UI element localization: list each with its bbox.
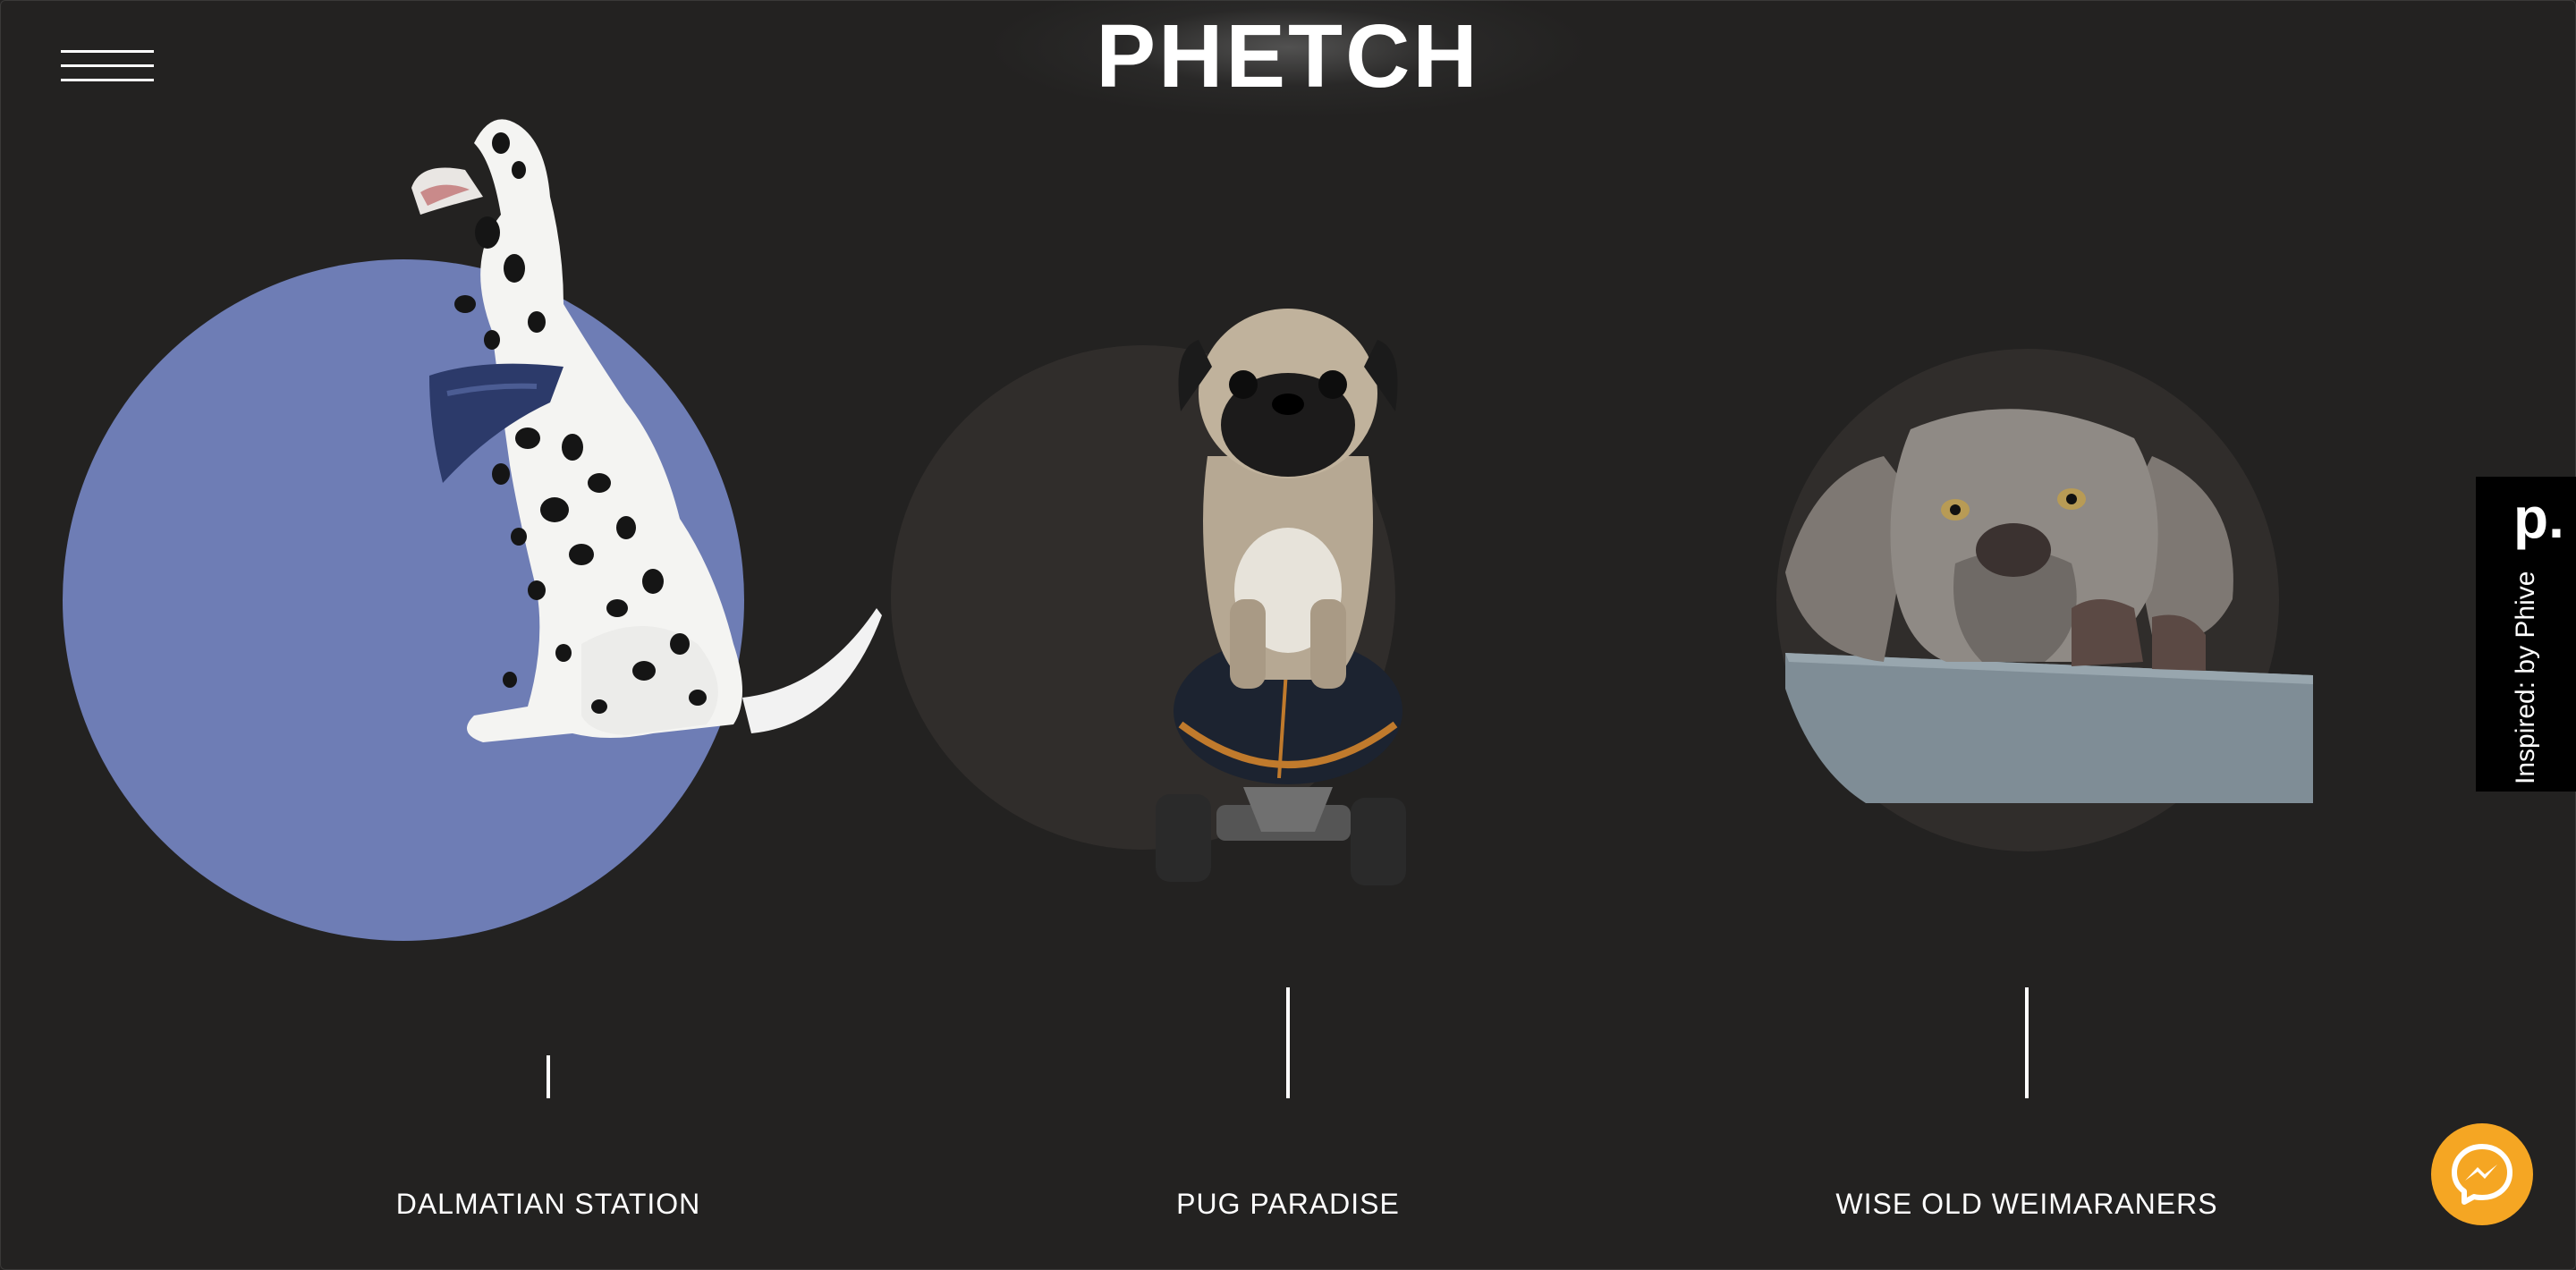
weimaraner-image[interactable] — [1776, 394, 2313, 805]
divider-line — [2025, 987, 2029, 1098]
hamburger-menu-button[interactable] — [61, 50, 154, 82]
divider-line — [547, 1055, 550, 1098]
hamburger-icon — [61, 50, 154, 53]
section-link-pug-paradise[interactable]: PUG PARADISE — [975, 1188, 1601, 1221]
inspired-by-text: Inspired: by Phive — [2511, 571, 2540, 785]
messenger-icon — [2452, 1144, 2512, 1205]
dalmatian-image[interactable] — [358, 107, 894, 823]
header-logo[interactable]: PHETCH — [975, 0, 1601, 118]
messenger-chat-button[interactable] — [2431, 1123, 2533, 1225]
divider-line — [1286, 987, 1290, 1098]
brand-logo-text: PHETCH — [1096, 5, 1480, 106]
pug-image[interactable] — [1145, 304, 1431, 894]
inspired-by-tab[interactable]: p. Inspired: by Phive — [2476, 477, 2576, 792]
section-link-wise-old-weimaraners[interactable]: WISE OLD WEIMARANERS — [1714, 1188, 2340, 1221]
phive-logo: p. — [2513, 486, 2564, 550]
section-link-dalmatian-station[interactable]: DALMATIAN STATION — [235, 1188, 861, 1221]
